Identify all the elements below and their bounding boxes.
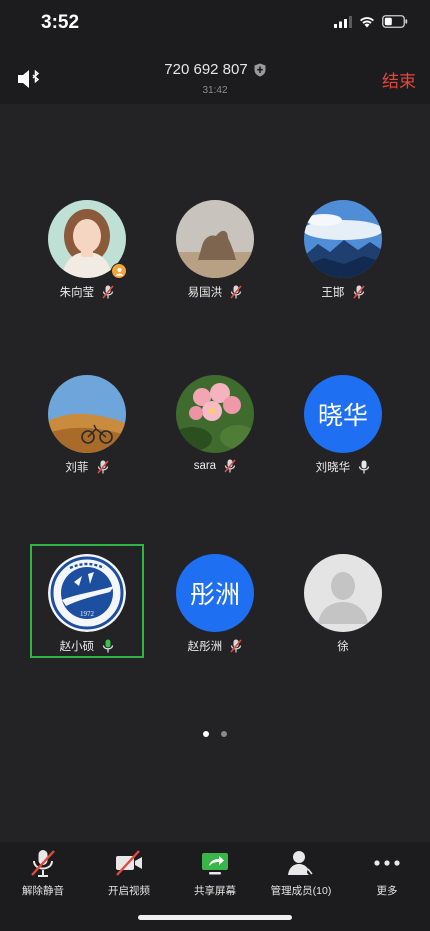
participant-name-row: 朱向莹	[31, 284, 143, 300]
participant-name-row: 王邯	[287, 284, 399, 300]
status-time: 3:52	[41, 12, 80, 33]
share-screen-button[interactable]: 共享屏幕	[172, 842, 258, 912]
participant-name: 易国洪	[187, 287, 223, 299]
mic-muted-icon	[102, 285, 114, 299]
participant-tile[interactable]: 徐	[287, 545, 399, 657]
participant-tile[interactable]: sara	[159, 366, 271, 478]
wifi-icon	[360, 16, 374, 27]
unmute-label: 解除静音	[22, 885, 64, 897]
manage-members-button[interactable]: 管理成员(10)	[258, 842, 344, 912]
mic-muted-icon	[230, 285, 242, 299]
participant-tile[interactable]: 王邯	[287, 191, 399, 303]
participant-name: sara	[193, 460, 217, 472]
participant-name-row: 刘晓华	[287, 459, 399, 475]
host-badge	[111, 263, 127, 279]
text-avatar: 彤洲	[176, 554, 254, 632]
shield-icon	[254, 63, 266, 76]
share-screen-icon	[202, 853, 228, 875]
logo-year: 1972	[80, 610, 95, 618]
more-button[interactable]: 更多	[344, 842, 430, 912]
page-dot-active[interactable]	[202, 731, 209, 737]
more-label: 更多	[376, 885, 398, 897]
participant-tile[interactable]: 彤洲 赵彤洲	[159, 545, 271, 657]
page-indicator[interactable]	[0, 724, 430, 742]
participant-name-row: 徐	[287, 638, 399, 654]
participant-name-row: 易国洪	[159, 284, 271, 300]
participant-name: 刘晓华	[315, 462, 351, 474]
participant-name-row: sara	[159, 459, 271, 473]
home-indicator[interactable]	[138, 915, 292, 920]
cellular-signal-icon	[334, 15, 352, 28]
meeting-duration: 31:42	[202, 85, 228, 96]
start-video-label: 开启视频	[108, 885, 150, 897]
participant-name: 朱向莹	[59, 287, 95, 299]
manage-members-label: 管理成员(10)	[270, 885, 332, 897]
default-avatar	[304, 554, 382, 632]
avatar	[304, 200, 382, 278]
end-meeting-button[interactable]: 结束	[382, 67, 416, 92]
participant-name-row: 赵彤洲	[159, 638, 271, 654]
meeting-id[interactable]: 720 692 807	[0, 61, 430, 78]
mic-muted-icon	[224, 459, 236, 473]
more-icon	[374, 860, 400, 866]
video-off-icon	[116, 850, 142, 876]
participant-tile-speaking[interactable]: 1972 赵小硕	[30, 544, 144, 658]
participant-tile[interactable]: 刘菲	[31, 366, 143, 478]
participant-name: 赵小硕	[59, 641, 95, 653]
avatar	[48, 375, 126, 453]
page-dot[interactable]	[221, 731, 228, 737]
battery-icon	[382, 15, 408, 28]
mic-active-icon	[103, 639, 114, 653]
mic-muted-icon	[230, 639, 242, 653]
participant-tile[interactable]: 朱向莹	[31, 191, 143, 303]
mic-on-icon	[359, 460, 370, 474]
unmute-button[interactable]: 解除静音	[0, 842, 86, 912]
status-icons	[334, 15, 408, 28]
participant-name-row: 赵小硕	[31, 638, 143, 654]
start-video-button[interactable]: 开启视频	[86, 842, 172, 912]
participant-name: 赵彤洲	[187, 641, 223, 653]
top-bar: 3:52 720 692 807 31:42 结束	[0, 0, 430, 104]
mic-muted-icon	[352, 285, 365, 299]
participant-tile[interactable]: 易国洪	[159, 191, 271, 303]
participant-tile[interactable]: 晓华 刘晓华	[287, 366, 399, 478]
meeting-id-text: 720 692 807	[164, 61, 248, 78]
mic-muted-icon	[96, 460, 109, 474]
participant-name: 王邯	[321, 287, 345, 299]
share-screen-label: 共享屏幕	[194, 885, 236, 897]
avatar	[176, 200, 254, 278]
participant-name: 刘菲	[65, 462, 89, 474]
members-icon	[288, 851, 313, 875]
text-avatar: 晓华	[304, 375, 382, 453]
participant-name: 徐	[337, 641, 349, 653]
avatar	[176, 375, 254, 453]
participant-name-row: 刘菲	[31, 459, 143, 475]
school-logo-avatar: 1972	[48, 554, 126, 632]
mic-muted-icon	[31, 850, 55, 877]
